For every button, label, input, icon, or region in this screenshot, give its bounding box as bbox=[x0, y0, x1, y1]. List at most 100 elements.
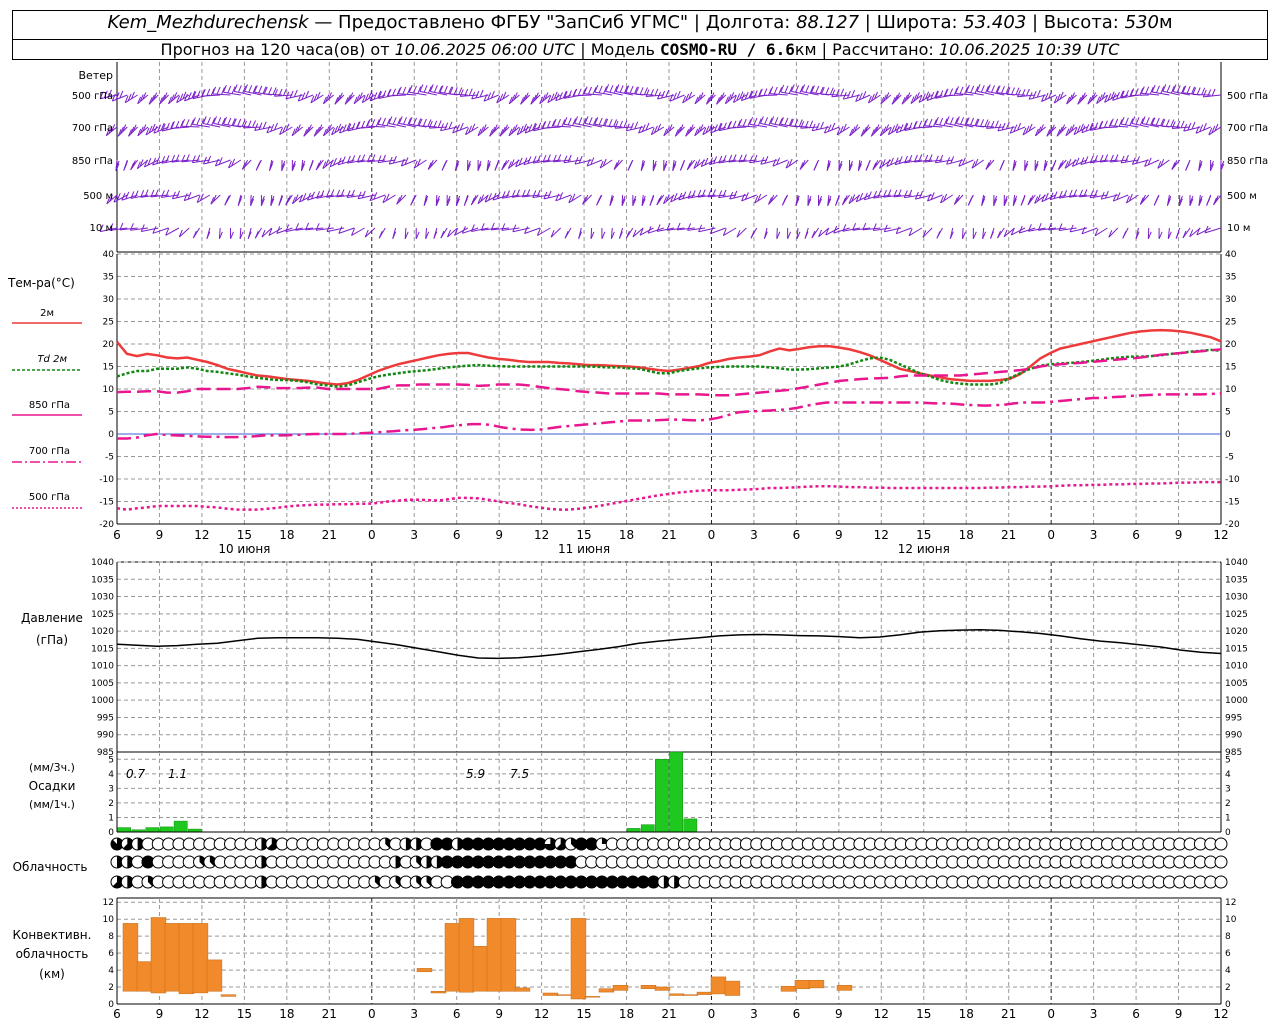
y-tick-label: 1015 bbox=[91, 644, 114, 654]
wind-barb bbox=[936, 227, 943, 239]
wind-barb bbox=[993, 194, 998, 206]
wind-barb bbox=[247, 227, 252, 239]
wind-barb bbox=[181, 119, 200, 128]
x-tick-label: 0 bbox=[1047, 1007, 1055, 1021]
wind-barb bbox=[446, 194, 451, 206]
x-tick-label: 18 bbox=[959, 1007, 974, 1021]
model-label: Модель bbox=[590, 40, 655, 59]
pressure-panel: 1040 1040 1035 1035 1030 1030 1025 1025 1020 1020… bbox=[91, 558, 1248, 758]
wind-barb bbox=[985, 159, 995, 170]
wind-barb bbox=[178, 227, 190, 238]
wind-barb bbox=[975, 118, 995, 128]
wind-barb bbox=[1198, 194, 1203, 206]
x-tick-label: 3 bbox=[410, 528, 418, 542]
wind-barb bbox=[955, 86, 974, 96]
x-tick-label: 21 bbox=[1001, 1007, 1016, 1021]
wind-barb bbox=[213, 116, 231, 128]
y-tick-label-right: 12 bbox=[1225, 898, 1236, 908]
wind-barb bbox=[1053, 91, 1067, 104]
wind-barb-feather bbox=[877, 190, 882, 198]
y-tick-label-right: 4 bbox=[1225, 966, 1231, 976]
wind-barb-feather bbox=[1145, 86, 1150, 94]
x-tick-label: 0 bbox=[368, 528, 376, 542]
wind-barb bbox=[1220, 159, 1225, 171]
wind-barb bbox=[650, 123, 665, 136]
precip-bar bbox=[640, 824, 655, 833]
wind-barb-feather bbox=[1027, 224, 1032, 232]
wind-barb bbox=[578, 227, 583, 239]
y-tick-label: 4 bbox=[108, 966, 114, 976]
wind-barb-feather bbox=[825, 87, 830, 95]
wind-level-label-right: 850 гПа bbox=[1227, 156, 1268, 167]
y-tick-label: -5 bbox=[105, 453, 114, 463]
wind-barb-feather bbox=[351, 155, 356, 163]
header-box: Kem_Mezhdurechensk — Предоставлено ФГБУ … bbox=[12, 10, 1268, 60]
calc-label: Рассчитано: bbox=[832, 40, 934, 59]
calc-time: 10.06.2025 10:39 UTC bbox=[938, 40, 1120, 59]
precipitation-panel: 5 5 4 4 3 3 2 2 1 1 0 0 bbox=[108, 751, 1231, 838]
wind-barb bbox=[682, 91, 696, 104]
wind-barb bbox=[1034, 124, 1046, 137]
wind-barb-feather bbox=[598, 85, 603, 93]
wind-barb bbox=[117, 124, 128, 137]
wind-barb bbox=[130, 190, 149, 199]
x-tick-label: 12 bbox=[534, 528, 549, 542]
wind-barb bbox=[732, 91, 747, 103]
day-label: 10 июня bbox=[218, 542, 270, 556]
wind-barb-feather bbox=[1021, 195, 1026, 204]
x-tick-label: 15 bbox=[916, 1007, 931, 1021]
y-tick-label: 25 bbox=[103, 318, 114, 328]
wind-barb bbox=[329, 157, 345, 168]
pressure-title: Давление bbox=[21, 611, 83, 625]
convective-bar bbox=[430, 991, 447, 994]
x-tick-label: 18 bbox=[619, 1007, 634, 1021]
wind-barb-feather bbox=[814, 160, 819, 168]
wind-barb-feather bbox=[1001, 86, 1005, 94]
wind-barb-feather bbox=[908, 122, 913, 130]
wind-barb bbox=[441, 159, 448, 171]
wind-barb-feather bbox=[764, 117, 769, 125]
y-tick-label-right: 10 bbox=[1225, 385, 1237, 395]
y-tick-label: 15 bbox=[103, 363, 114, 373]
wind-barb bbox=[887, 123, 902, 136]
wind-barb-feather bbox=[994, 120, 999, 128]
convective-bar bbox=[640, 985, 657, 989]
y-tick-label: 2 bbox=[108, 983, 114, 993]
x-tick-label: 12 bbox=[874, 528, 889, 542]
wind-barb-feather bbox=[422, 118, 427, 127]
convective-bar bbox=[836, 985, 853, 991]
wind-barb bbox=[210, 194, 221, 205]
y-tick-label: 0 bbox=[108, 430, 114, 440]
wind-barb bbox=[486, 159, 491, 171]
precip-annotation: 7.5 bbox=[510, 767, 529, 781]
y-tick-label-right: 5 bbox=[1225, 408, 1231, 418]
y-tick-label-right: 6 bbox=[1225, 949, 1231, 959]
precip-annotation: 1.1 bbox=[168, 767, 187, 781]
wind-barb bbox=[1131, 116, 1149, 128]
wind-barb-feather bbox=[252, 120, 256, 128]
wind-barb-feather bbox=[382, 90, 387, 98]
wind-barb bbox=[1066, 92, 1077, 105]
wind-barb bbox=[308, 159, 314, 171]
wind-title: Ветер bbox=[79, 69, 113, 82]
wind-barb bbox=[229, 227, 234, 239]
wind-barb-feather bbox=[442, 160, 447, 168]
wind-barb-feather bbox=[1165, 119, 1170, 127]
x-tick-label: 9 bbox=[1175, 528, 1183, 542]
wind-barb bbox=[291, 124, 304, 137]
wind-barb bbox=[361, 91, 376, 104]
wind-barb-feather bbox=[691, 190, 696, 198]
x-tick-label: 21 bbox=[322, 528, 337, 542]
wind-barb-feather bbox=[1124, 154, 1129, 163]
wind-barb bbox=[1147, 227, 1152, 239]
wind-barb bbox=[880, 92, 892, 105]
x-tick-label: 9 bbox=[156, 1007, 164, 1021]
legend-td-label: Td 2м bbox=[37, 354, 67, 365]
wind-barb bbox=[415, 227, 420, 239]
convective-bar bbox=[556, 994, 573, 996]
alt-unit: м bbox=[1158, 12, 1173, 33]
wind-barb bbox=[901, 92, 912, 105]
wind-barb bbox=[364, 227, 376, 238]
wind-barb-feather bbox=[130, 191, 135, 199]
wind-barb-feather bbox=[842, 224, 847, 232]
